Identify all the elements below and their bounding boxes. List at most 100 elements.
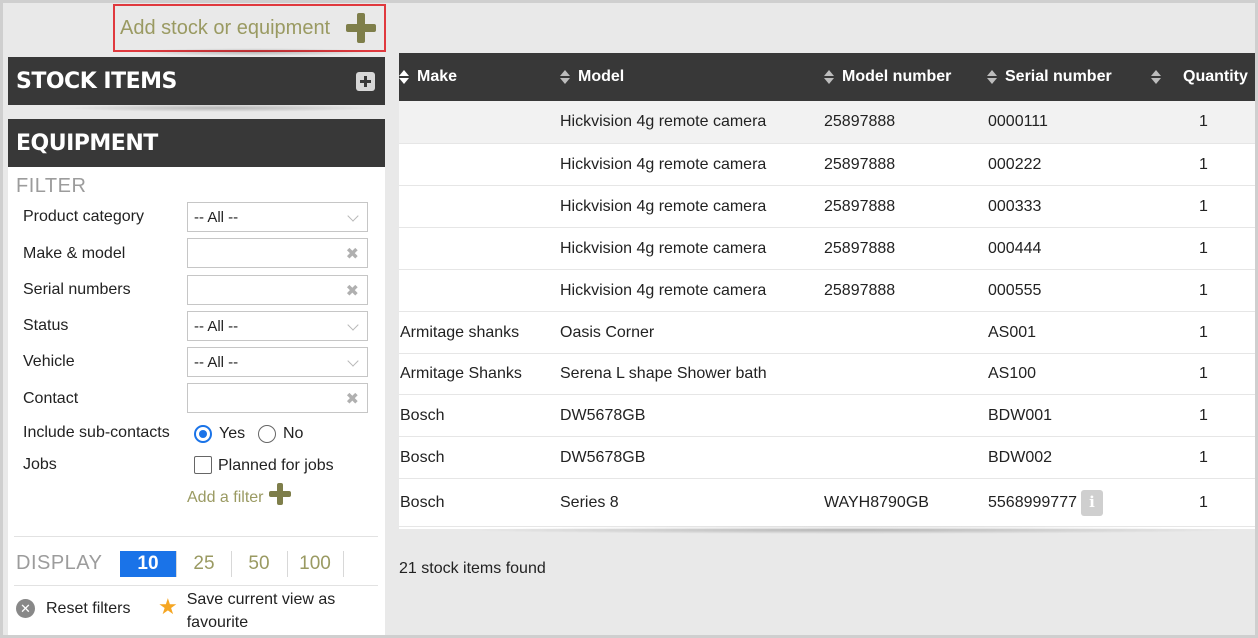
sub-contacts-yes-radio[interactable] xyxy=(194,425,212,443)
cell-serial: AS001 xyxy=(988,312,1036,353)
cell-qty: 1 xyxy=(1199,395,1208,436)
cell-model: Hickvision 4g remote camera xyxy=(560,270,766,311)
cell-serial: 000222 xyxy=(988,144,1041,185)
column-model[interactable]: Model xyxy=(560,53,624,101)
cell-text: Hickvision 4g remote camera xyxy=(560,281,767,299)
status-label: Status xyxy=(23,317,69,334)
contact-input[interactable]: ✖ xyxy=(187,383,368,413)
cell-text: BDW001 xyxy=(988,406,1053,424)
cell-model-number: 25897888 xyxy=(824,270,895,311)
cell-qty: 1 xyxy=(1199,101,1208,143)
planned-for-jobs-label: Planned for jobs xyxy=(218,457,334,474)
shadow xyxy=(60,104,380,112)
cell-text: Armitage Shanks xyxy=(400,365,522,382)
cell-qty: 1 xyxy=(1199,228,1208,269)
cell-make: Bosch xyxy=(400,479,444,526)
column-make[interactable]: Make xyxy=(399,53,457,101)
cell-serial: 0000111 xyxy=(988,101,1048,143)
contact-label: Contact xyxy=(23,390,79,407)
cell-make: Bosch xyxy=(400,437,444,478)
star-icon: ★ xyxy=(158,594,178,619)
cell-qty: 1 xyxy=(1199,437,1208,478)
add-filter-button[interactable]: Add a filter xyxy=(187,483,292,507)
shadow xyxy=(130,48,380,56)
page-size-25[interactable]: 25 xyxy=(176,551,232,577)
separator xyxy=(343,551,344,577)
cell-text: 1 xyxy=(1199,323,1208,341)
cell-text: 5568999777 xyxy=(988,493,1077,511)
expand-plus-icon[interactable] xyxy=(356,72,375,91)
planned-for-jobs-checkbox[interactable] xyxy=(194,456,212,474)
display-label: DISPLAY xyxy=(16,552,103,574)
sort-icon xyxy=(560,69,570,85)
table-row[interactable]: Bosch DW5678GB BDW002 1 xyxy=(399,437,1255,479)
cell-text: 1 xyxy=(1199,155,1208,173)
chevron-down-icon xyxy=(347,355,359,367)
column-quantity-label: Quantity xyxy=(1183,68,1248,85)
cell-text: Armitage shanks xyxy=(400,323,520,341)
product-category-label: Product category xyxy=(23,208,144,225)
equipment-header: EQUIPMENT xyxy=(8,119,385,167)
page-size-100[interactable]: 100 xyxy=(287,551,343,577)
column-quantity[interactable]: Quantity xyxy=(1151,53,1248,101)
serial-numbers-input[interactable]: ✖ xyxy=(187,275,368,305)
make-model-input[interactable]: ✖ xyxy=(187,238,368,268)
product-category-select[interactable]: -- All -- xyxy=(187,202,368,232)
clear-icon[interactable]: ✖ xyxy=(346,281,359,301)
divider xyxy=(14,536,378,537)
cell-text: 000555 xyxy=(988,281,1042,299)
cell-serial: BDW001 xyxy=(988,395,1052,436)
add-filter-label: Add a filter xyxy=(187,489,264,506)
cell-text: 1 xyxy=(1199,113,1208,130)
save-favourite-label: Save current view as favourite xyxy=(186,591,336,631)
add-stock-button[interactable]: Add stock or equipment xyxy=(113,4,386,52)
table-row[interactable]: Bosch Series 8 WAYH8790GB 5568999777 i 1 xyxy=(399,479,1255,527)
table-row[interactable]: Hickvision 4g remote camera 25897888 00001… xyxy=(399,101,1255,144)
status-value: -- All -- xyxy=(194,317,239,335)
cell-text: 0000111 xyxy=(988,113,1048,130)
cell-model: Hickvision 4g remote camera xyxy=(560,228,766,269)
cell-model: Hickvision 4g remote camera xyxy=(560,101,766,143)
table-row[interactable]: Bosch DW5678GB BDW001 1 xyxy=(399,395,1255,437)
reset-filters-button[interactable]: ✕ Reset filters xyxy=(16,599,130,618)
cell-serial: 000555 xyxy=(988,270,1041,311)
sort-icon xyxy=(1151,69,1161,85)
table-row[interactable]: Hickvision 4g remote camera 25897888 00022… xyxy=(399,144,1255,186)
info-icon[interactable]: i xyxy=(1080,489,1103,516)
table-row[interactable]: Hickvision 4g remote camera 25897888 00044… xyxy=(399,228,1255,270)
cell-text: Hickvision 4g remote camera xyxy=(560,113,767,130)
cell-text: WAYH8790GB xyxy=(824,493,929,511)
page-size-10[interactable]: 10 xyxy=(120,551,176,577)
cell-serial: 000444 xyxy=(988,228,1041,269)
cell-model: DW5678GB xyxy=(560,437,645,478)
clear-icon[interactable]: ✖ xyxy=(346,389,359,409)
column-model-number-label: Model number xyxy=(842,68,952,85)
save-favourite-button[interactable]: ★ Save current view as favourite xyxy=(158,588,357,634)
page-size-50[interactable]: 50 xyxy=(231,551,287,577)
table-row[interactable]: Hickvision 4g remote camera 25897888 00055… xyxy=(399,270,1255,312)
table-row[interactable]: Hickvision 4g remote camera 25897888 00033… xyxy=(399,186,1255,228)
status-select[interactable]: -- All -- xyxy=(187,311,368,341)
vehicle-select[interactable]: -- All -- xyxy=(187,347,368,377)
sub-contacts-no-radio[interactable] xyxy=(258,425,276,443)
cell-text: 1 xyxy=(1199,448,1208,466)
clear-icon[interactable]: ✖ xyxy=(346,244,359,264)
cell-serial: 000333 xyxy=(988,186,1041,227)
filter-panel: FILTER Product category -- All -- Make &… xyxy=(8,167,385,635)
cell-model: DW5678GB xyxy=(560,395,645,436)
column-serial-number-label: Serial number xyxy=(1005,68,1112,85)
stock-items-title: STOCK ITEMS xyxy=(16,68,177,94)
table-row[interactable]: Armitage shanks Oasis Corner AS001 1 xyxy=(399,312,1255,354)
cell-text: AS100 xyxy=(988,365,1037,382)
cell-text: DW5678GB xyxy=(560,448,646,466)
stock-items-header[interactable]: STOCK ITEMS xyxy=(8,57,385,105)
cell-text: 000333 xyxy=(988,197,1042,215)
sort-icon xyxy=(824,69,834,85)
cell-qty: 1 xyxy=(1199,479,1208,526)
column-serial-number[interactable]: Serial number xyxy=(987,53,1112,101)
column-model-number[interactable]: Model number xyxy=(824,53,951,101)
cell-text: Serena L shape Shower bath xyxy=(560,365,767,382)
cell-text: Bosch xyxy=(400,448,445,466)
cell-text: 000444 xyxy=(988,239,1042,257)
table-row[interactable]: Armitage Shanks Serena L shape Shower bat… xyxy=(399,354,1255,395)
